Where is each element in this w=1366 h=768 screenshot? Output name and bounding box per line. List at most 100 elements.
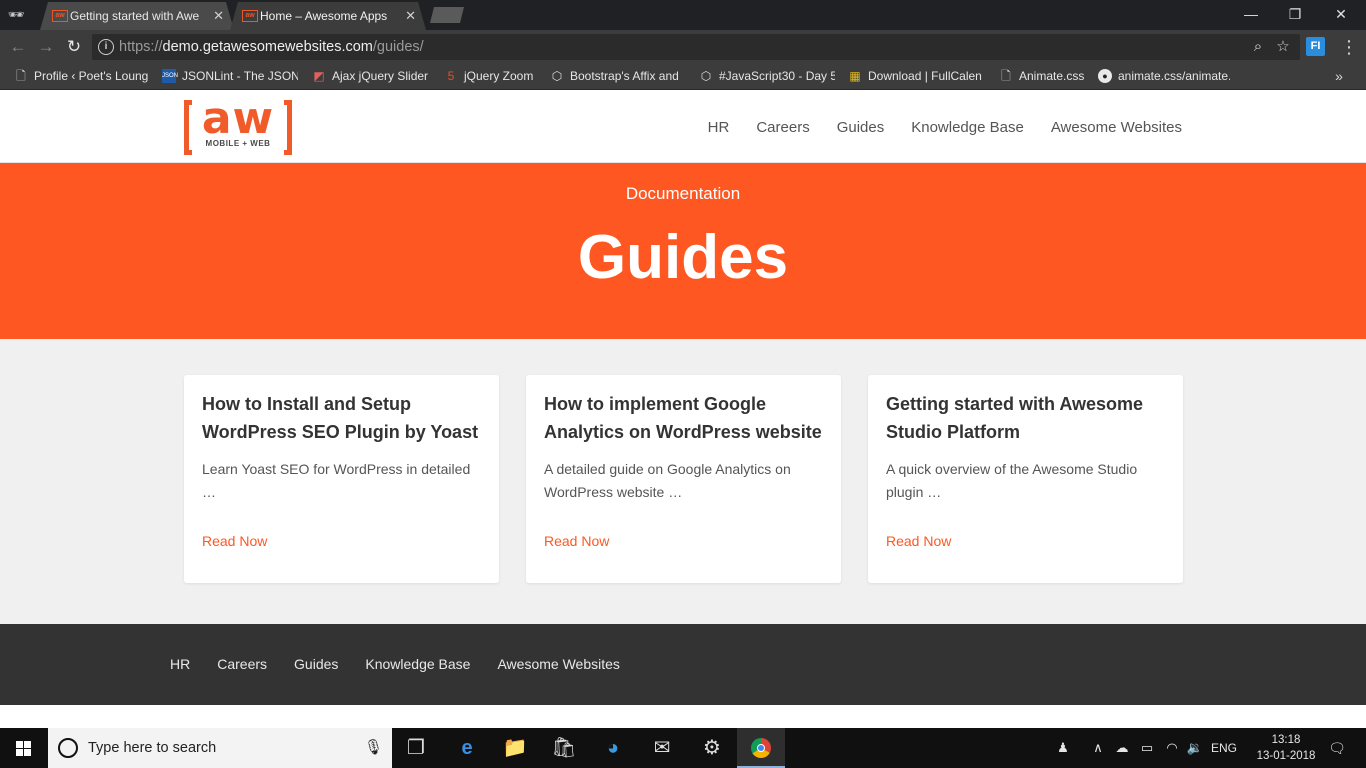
bookmark-item[interactable]: 5 jQuery Zoom [442,64,542,90]
minimize-button[interactable]: — [1228,0,1274,30]
wifi-icon[interactable]: ◠ [1162,728,1182,768]
mail-icon[interactable]: ✉ [638,728,686,768]
taskbar-clock[interactable]: 13:18 13-01-2018 [1254,732,1318,764]
tab-title: Getting started with Awe [70,9,200,23]
hero-eyebrow: Documentation [625,184,741,203]
bookmark-item[interactable]: ⬡ #JavaScript30 - Day 5 [697,64,835,90]
site-favicon-icon: aw [52,10,68,22]
codepen-icon: ⬡ [700,69,712,83]
site-header: aw MOBILE + WEB HR Careers Guides Knowle… [0,91,1366,163]
file-explorer-icon[interactable]: 📁 [491,728,539,768]
address-bar[interactable]: i https://demo.getawesomewebsites.com/gu… [92,34,1300,60]
footer-link-guides[interactable]: Guides [294,656,338,672]
footer-nav: HR Careers Guides Knowledge Base Awesome… [170,656,620,672]
tab-close-icon[interactable]: ✕ [405,2,416,30]
chrome-icon[interactable] [737,728,785,768]
guide-card-excerpt: A quick overview of the Awesome Studio p… [886,461,1138,500]
bookmark-item[interactable]: ● animate.css/animate. [1096,64,1230,90]
reload-icon[interactable]: ↻ [64,37,84,57]
read-now-link[interactable]: Read Now [544,533,609,549]
edge-icon[interactable]: e [443,728,491,768]
site-footer: HR Careers Guides Knowledge Base Awesome… [0,624,1366,705]
bookmark-item[interactable]: 🗋 Profile ‹ Poet's Loung [12,64,150,90]
forward-icon[interactable]: → [36,37,56,57]
guide-card-excerpt: A detailed guide on Google Analytics on … [544,461,791,500]
start-button[interactable] [0,728,48,768]
settings-gear-icon[interactable]: ⚙ [688,728,736,768]
close-window-button[interactable]: ✕ [1318,0,1364,30]
extension-icon[interactable]: FI [1306,37,1325,56]
taskbar-search[interactable]: Type here to search 🎙 [48,728,392,768]
guide-card: Getting started with Awesome Studio Plat… [868,375,1183,583]
bookmark-item[interactable]: ⬡ Bootstrap's Affix and [548,64,686,90]
people-icon[interactable]: ♟ [1052,728,1074,768]
bookmarks-overflow-button[interactable]: » [1330,64,1348,88]
onedrive-icon[interactable]: ☁ [1112,728,1132,768]
site-favicon-icon: aw [242,10,258,22]
guide-card-title[interactable]: How to implement Google Analytics on Wor… [544,390,823,446]
logo-mark: aw [201,93,275,144]
microphone-icon[interactable]: 🎙 [364,738,383,758]
taskbar-search-placeholder: Type here to search [88,740,217,756]
tab-home-awesome-apps[interactable]: aw Home – Awesome Apps ✕ [230,2,426,30]
footer-link-careers[interactable]: Careers [217,656,267,672]
footer-link-knowledge-base[interactable]: Knowledge Base [365,656,470,672]
input-language-indicator[interactable]: ENG [1208,728,1240,768]
page-title: Guides [577,223,789,292]
page-icon: 🗋 [16,69,26,83]
calendar-icon: ▦ [849,69,861,83]
tab-getting-started[interactable]: aw Getting started with Awe ✕ [40,2,234,30]
codepen-icon: ⬡ [551,69,563,83]
guide-card: How to implement Google Analytics on Wor… [526,375,841,583]
jsonlint-icon: JSON [162,69,178,83]
action-center-icon[interactable]: 🗨 [1322,728,1352,768]
new-tab-button[interactable] [430,7,464,23]
guide-card-title[interactable]: How to Install and Setup WordPress SEO P… [202,390,481,446]
back-icon[interactable]: ← [8,37,28,57]
browser-menu-icon[interactable]: ⋮ [1340,36,1358,58]
read-now-link[interactable]: Read Now [202,533,267,549]
nav-link-guides[interactable]: Guides [837,119,885,136]
page-icon: 🗋 [1001,69,1011,83]
nav-link-careers[interactable]: Careers [756,119,809,136]
show-hidden-icons-chevron-icon[interactable]: ∧ [1090,728,1106,768]
html5-icon: 5 [447,69,455,83]
clock-time: 13:18 [1271,734,1301,746]
bookmark-item[interactable]: ◩ Ajax jQuery Slider [310,64,434,90]
battery-icon[interactable]: ▭ [1137,728,1157,768]
bookmark-item[interactable]: ▦ Download | FullCalen [846,64,984,90]
bookmarks-bar: 🗋 Profile ‹ Poet's Loung JSON JSONLint -… [0,64,1366,90]
bookmark-item[interactable]: 🗋 Animate.css [997,64,1089,90]
volume-icon[interactable]: 🔉 [1185,728,1205,768]
incognito-icon: 🕶 [7,7,25,22]
safari-icon[interactable]: ◕ [589,728,637,768]
nav-link-knowledge-base[interactable]: Knowledge Base [911,119,1024,136]
task-view-icon[interactable]: ❐ [392,728,440,768]
footer-link-awesome-websites[interactable]: Awesome Websites [497,656,619,672]
nav-link-awesome-websites[interactable]: Awesome Websites [1051,119,1182,136]
windows-logo-icon [16,741,32,756]
guide-card-title[interactable]: Getting started with Awesome Studio Plat… [886,390,1165,446]
tab-title: Home – Awesome Apps [260,9,388,23]
bookmark-item[interactable]: JSON JSONLint - The JSON [160,64,298,90]
slider-icon: ◩ [313,69,325,83]
site-logo[interactable]: aw MOBILE + WEB [184,95,292,155]
read-now-link[interactable]: Read Now [886,533,951,549]
main-nav: HR Careers Guides Knowledge Base Awesome… [708,91,1182,163]
hero-banner: Documentation Guides [0,163,1366,339]
nav-link-hr[interactable]: HR [708,119,730,136]
zoom-icon[interactable]: ⌕ [1248,37,1268,57]
tab-close-icon[interactable]: ✕ [213,2,224,30]
store-icon[interactable]: 🛍 [540,728,588,768]
clock-date: 13-01-2018 [1256,750,1316,762]
site-info-icon[interactable]: i [98,39,114,55]
footer-link-hr[interactable]: HR [170,656,190,672]
restore-button[interactable]: ❐ [1272,0,1318,30]
address-url[interactable]: https://demo.getawesomewebsites.com/guid… [119,34,424,60]
cortana-icon [58,738,78,758]
guide-card: How to Install and Setup WordPress SEO P… [184,375,499,583]
guides-list: How to Install and Setup WordPress SEO P… [0,339,1366,624]
bookmark-star-icon[interactable]: ☆ [1273,37,1293,57]
github-icon: ● [1098,69,1112,83]
windows-taskbar: Type here to search 🎙 ❐ e 📁 🛍 ◕ ✉ ⚙ ♟ ∧ … [0,728,1366,768]
